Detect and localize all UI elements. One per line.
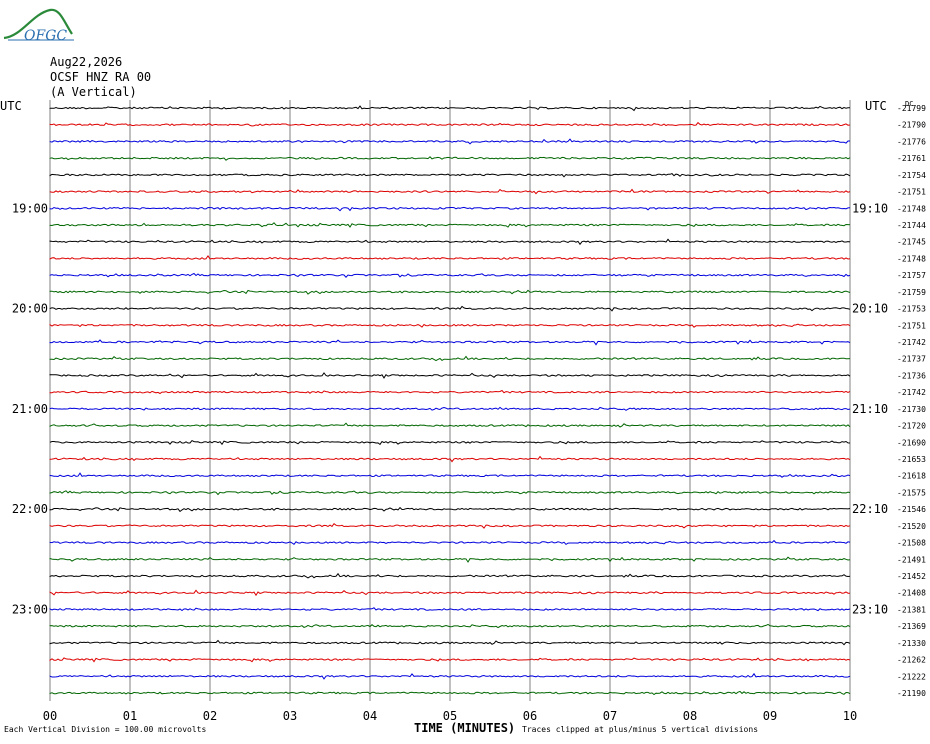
right-time-label: 21:10 — [852, 402, 888, 416]
dc-offset-label: -21757 — [897, 271, 926, 280]
dc-offset-label: -21222 — [897, 672, 926, 681]
x-tick-label: 09 — [763, 709, 777, 723]
dc-offset-label: -21653 — [897, 455, 926, 464]
left-time-label: 19:00 — [12, 201, 48, 215]
x-tick-label: 08 — [683, 709, 697, 723]
dc-offset-label: -21790 — [897, 121, 926, 130]
x-tick-label: 03 — [283, 709, 297, 723]
dc-offset-label: -21408 — [897, 589, 926, 598]
left-time-label: 23:00 — [12, 602, 48, 616]
scale-note: Each Vertical Division = 100.00 microvol… — [4, 725, 207, 734]
dc-offset-label: -21736 — [897, 371, 926, 380]
dc-offset-label: -21753 — [897, 305, 926, 314]
dc-offset-label: -21369 — [897, 622, 926, 631]
x-axis-title: TIME (MINUTES) — [414, 721, 516, 735]
dc-header-label: DC — [905, 100, 913, 108]
dc-offset-label: -21744 — [897, 221, 926, 230]
helicorder-plot: -21799-21790-21776-21761-21754-21751-217… — [0, 99, 926, 723]
dc-offset-label: -21330 — [897, 639, 926, 648]
dc-offset-label: -21690 — [897, 438, 926, 447]
left-time-label: 20:00 — [12, 302, 48, 316]
dc-offset-label: -21742 — [897, 338, 926, 347]
dc-offset-label: -21748 — [897, 254, 926, 263]
right-time-label: 20:10 — [852, 302, 888, 316]
clip-note: Traces clipped at plus/minus 5 vertical … — [522, 725, 759, 734]
dc-offset-label: -21761 — [897, 154, 926, 163]
dc-offset-label: -21745 — [897, 238, 926, 247]
dc-offset-label: -21618 — [897, 472, 926, 481]
x-tick-label: 01 — [123, 709, 137, 723]
dc-offset-label: -21520 — [897, 522, 926, 531]
dc-offset-label: -21575 — [897, 488, 926, 497]
dc-offset-label: -21737 — [897, 355, 926, 364]
x-tick-label: 00 — [43, 709, 57, 723]
dc-offset-label: -21751 — [897, 188, 926, 197]
x-tick-label: 04 — [363, 709, 377, 723]
x-tick-label: 02 — [203, 709, 217, 723]
utc-right-label: UTC — [865, 99, 887, 113]
dc-offset-label: -21508 — [897, 539, 926, 548]
right-time-label: 19:10 — [852, 201, 888, 215]
left-time-label: 22:00 — [12, 502, 48, 516]
right-time-label: 23:10 — [852, 602, 888, 616]
x-tick-label: 10 — [843, 709, 857, 723]
dc-offset-label: -21754 — [897, 171, 926, 180]
dc-offset-label: -21751 — [897, 321, 926, 330]
x-tick-label: 06 — [523, 709, 537, 723]
dc-offset-label: -21776 — [897, 137, 926, 146]
utc-left-label: UTC — [0, 99, 22, 113]
dc-offset-label: -21381 — [897, 605, 926, 614]
dc-offset-label: -21262 — [897, 656, 926, 665]
x-tick-label: 07 — [603, 709, 617, 723]
dc-offset-label: -21748 — [897, 204, 926, 213]
right-time-label: 22:10 — [852, 502, 888, 516]
dc-offset-label: -21730 — [897, 405, 926, 414]
dc-offset-label: -21546 — [897, 505, 926, 514]
dc-offset-label: -21491 — [897, 555, 926, 564]
dc-offset-label: -21452 — [897, 572, 926, 581]
dc-offset-label: -21720 — [897, 422, 926, 431]
dc-offset-label: -21742 — [897, 388, 926, 397]
left-time-label: 21:00 — [12, 402, 48, 416]
dc-offset-label: -21759 — [897, 288, 926, 297]
dc-offset-label: -21190 — [897, 689, 926, 698]
